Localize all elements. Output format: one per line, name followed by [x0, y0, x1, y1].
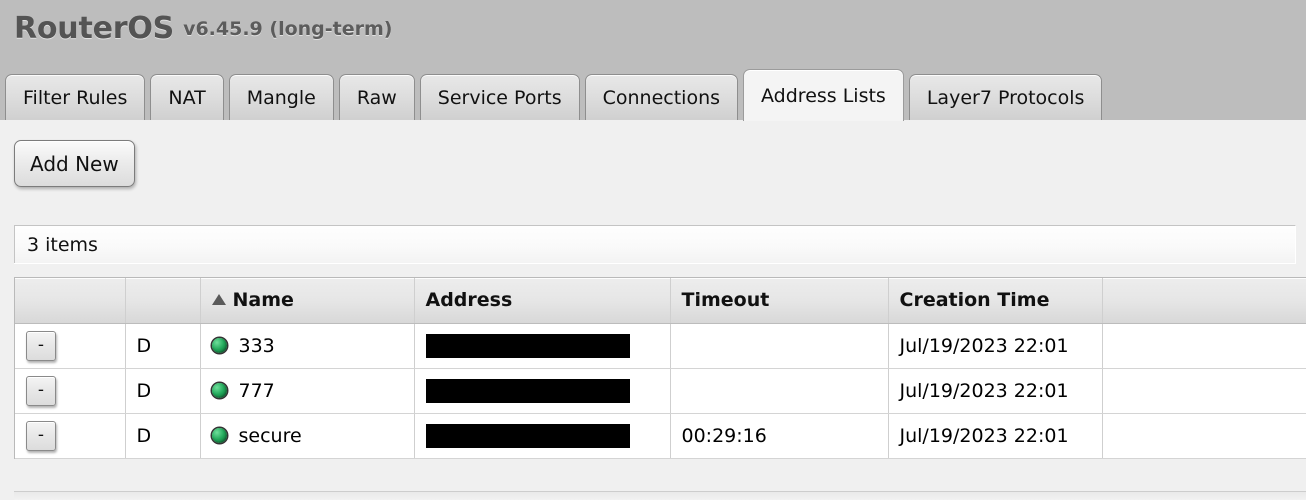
sort-ascending-icon: [211, 294, 226, 306]
column-header-label: Address: [425, 289, 513, 312]
column-header-delete[interactable]: [15, 278, 126, 324]
tab-address-lists[interactable]: Address Lists: [743, 69, 904, 121]
green-dynamic-dot-icon: [211, 428, 227, 443]
green-dynamic-dot-icon: [211, 383, 227, 398]
address-list-table-wrapper: Name Address Timeout Creation Time - D 333 Jul…: [14, 277, 1306, 459]
address-list-name: 777: [238, 379, 275, 402]
green-dynamic-dot-icon: [211, 338, 227, 353]
cell-timeout: 00:29:16: [670, 413, 889, 459]
column-header-timeout[interactable]: Timeout: [670, 278, 889, 324]
address-list-name: 333: [238, 334, 275, 357]
table-header-row: Name Address Timeout Creation Time: [15, 278, 1306, 324]
remove-entry-button[interactable]: -: [26, 420, 56, 451]
name-cell-content: 777: [211, 379, 414, 402]
remove-entry-button[interactable]: -: [26, 330, 56, 361]
column-header-spacer[interactable]: [1102, 278, 1306, 324]
column-header-label: Timeout: [681, 289, 770, 312]
cell-creation-time: Jul/19/2023 22:01: [888, 413, 1103, 459]
table-toolbar: Add New: [0, 120, 1306, 187]
tab-connections[interactable]: Connections: [584, 74, 739, 121]
column-header-label: Name: [232, 289, 294, 312]
cell-delete: -: [15, 368, 126, 414]
cell-name: 333: [200, 323, 415, 369]
table-row[interactable]: - D 777 Jul/19/2023 22:01: [15, 368, 1306, 414]
table-row[interactable]: - D 333 Jul/19/2023 22:01: [15, 323, 1306, 369]
tab-label: NAT: [168, 87, 206, 109]
name-cell-content: 333: [211, 334, 414, 357]
cell-timeout: [670, 368, 889, 414]
remove-entry-button[interactable]: -: [26, 375, 56, 406]
cell-flags: D: [125, 413, 201, 459]
tab-label: Filter Rules: [23, 87, 128, 109]
item-count-label: 3 items: [27, 233, 98, 256]
column-header-name[interactable]: Name: [200, 278, 415, 324]
tab-label: Connections: [602, 87, 721, 109]
app-version-label: v6.45.9 (long-term): [183, 17, 393, 40]
column-header-label: Creation Time: [899, 289, 1050, 312]
cell-spacer: [1102, 368, 1306, 414]
cell-delete: -: [15, 413, 126, 459]
cell-spacer: [1102, 413, 1306, 459]
app-title-bar: RouterOS v6.45.9 (long-term): [0, 0, 1306, 57]
tab-strip: Filter Rules NAT Mangle Raw Service Ports Con…: [0, 57, 1306, 121]
cell-timeout: [670, 323, 889, 369]
tab-label: Layer7 Protocols: [926, 87, 1085, 109]
cell-creation-time: Jul/19/2023 22:01: [888, 323, 1103, 369]
cell-name: secure: [200, 413, 415, 459]
column-header-address[interactable]: Address: [414, 278, 671, 324]
tab-filter-rules[interactable]: Filter Rules: [5, 74, 146, 121]
column-header-creation_time[interactable]: Creation Time: [888, 278, 1103, 324]
cell-name: 777: [200, 368, 415, 414]
address-list-table: Name Address Timeout Creation Time - D 333 Jul…: [15, 278, 1306, 459]
tab-mangle[interactable]: Mangle: [228, 74, 334, 121]
cell-address: [414, 413, 671, 459]
address-redaction-bar: [425, 423, 630, 448]
content-panel: Add New 3 items Name Address Timeout Creati…: [0, 120, 1306, 500]
tab-nat[interactable]: NAT: [150, 74, 224, 121]
address-list-name: secure: [238, 424, 302, 447]
item-count-bar: 3 items: [14, 225, 1296, 263]
address-redaction-bar: [425, 378, 630, 403]
tab-label: Mangle: [246, 87, 316, 109]
cell-flags: D: [125, 323, 201, 369]
column-header-flags[interactable]: [125, 278, 201, 324]
cell-delete: -: [15, 323, 126, 369]
app-brand-name: RouterOS: [14, 11, 175, 46]
table-body: - D 333 Jul/19/2023 22:01 - D 777 Jul/19/2023 2…: [15, 323, 1306, 459]
tab-label: Address Lists: [761, 84, 886, 107]
cell-address: [414, 323, 671, 369]
name-cell-content: secure: [211, 424, 414, 447]
tab-raw[interactable]: Raw: [338, 74, 415, 121]
table-row[interactable]: - Dsecure 00:29:16 Jul/19/2023 22:01: [15, 413, 1306, 459]
table-header: Name Address Timeout Creation Time: [15, 278, 1306, 324]
tab-service-ports[interactable]: Service Ports: [419, 74, 580, 121]
add-new-button[interactable]: Add New: [14, 140, 135, 187]
cell-spacer: [1102, 323, 1306, 369]
cell-address: [414, 368, 671, 414]
tab-layer7-protocols[interactable]: Layer7 Protocols: [908, 74, 1103, 121]
horizontal-scrollbar[interactable]: [14, 491, 1306, 500]
address-redaction-bar: [425, 333, 630, 358]
tab-label: Raw: [356, 87, 397, 109]
cell-creation-time: Jul/19/2023 22:01: [888, 368, 1103, 414]
tab-label: Service Ports: [437, 87, 562, 109]
cell-flags: D: [125, 368, 201, 414]
